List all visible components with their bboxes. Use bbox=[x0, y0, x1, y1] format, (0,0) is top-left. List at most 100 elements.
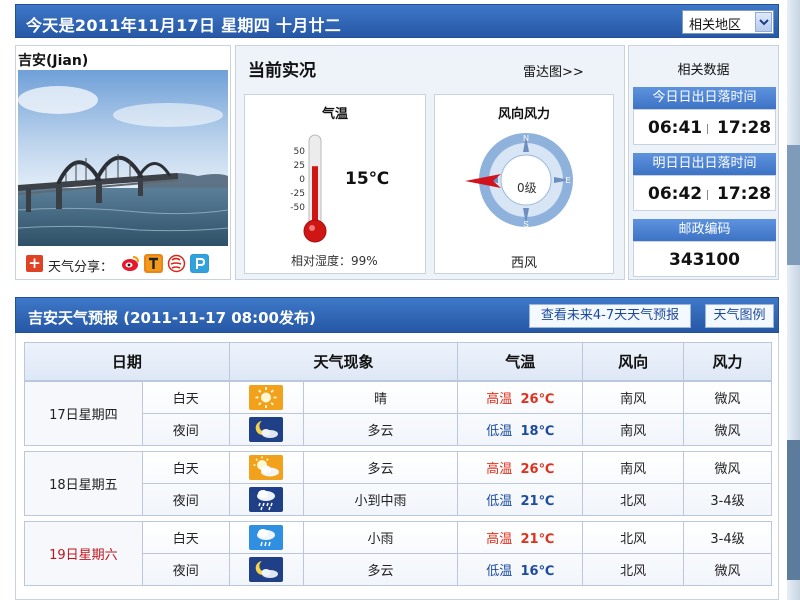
kaixin-icon[interactable] bbox=[167, 254, 186, 273]
column-wind-force: 风力 bbox=[683, 342, 772, 381]
weibo-icon[interactable] bbox=[121, 254, 140, 273]
temp-value: 21℃ bbox=[520, 532, 555, 547]
today-sun-times: 06:41 17:28 bbox=[633, 109, 776, 145]
city-name: 吉安(Jian) bbox=[18, 53, 89, 69]
today-sun-label: 今日日出日落时间 bbox=[633, 87, 776, 109]
today-sunrise: 06:41 bbox=[648, 118, 703, 138]
day-date: 18日星期五 bbox=[24, 451, 143, 516]
wind-direction: 西风 bbox=[510, 256, 537, 271]
postal-box: 343100 bbox=[633, 241, 776, 277]
thermometer-icon bbox=[303, 133, 327, 249]
current-conditions-panel: 当前实况 雷达图>> 气温 50 25 0 -25 -50 15℃ 相对湿度：9… bbox=[235, 45, 625, 280]
temp-value: 18℃ bbox=[520, 424, 555, 439]
temp-label: 高温 bbox=[486, 392, 513, 407]
plus-icon[interactable]: + bbox=[26, 255, 43, 272]
day-period: 白天 bbox=[141, 521, 230, 554]
day-weather: 晴 bbox=[302, 381, 459, 414]
tick-label: 0 bbox=[299, 175, 305, 185]
day-wind-force: 微风 bbox=[683, 451, 772, 484]
day-wind-force: 3-4级 bbox=[683, 521, 772, 554]
related-title: 相关数据 bbox=[677, 63, 730, 78]
day-period: 白天 bbox=[141, 381, 230, 414]
forecast-bar: 吉安天气预报 (2011-11-17 08:00发布) 查看未来4-7天天气预报… bbox=[15, 297, 779, 333]
tick-label: -50 bbox=[290, 203, 305, 213]
day-period: 夜间 bbox=[141, 413, 230, 446]
temp-value: 26℃ bbox=[520, 462, 555, 477]
temp-label: 低温 bbox=[486, 424, 513, 439]
wind-box: 风向风力 N S E 0级 西风 bbox=[434, 94, 614, 274]
tencent-weibo-icon[interactable] bbox=[144, 254, 163, 273]
moderate-rain-icon bbox=[249, 487, 284, 512]
tomorrow-sunset: 17:28 bbox=[717, 184, 772, 204]
day-weather: 小雨 bbox=[302, 521, 459, 554]
compass-north: N bbox=[523, 134, 529, 143]
related-data-panel: 相关数据 今日日出日落时间 06:41 17:28 明日日出日落时间 06:42… bbox=[628, 45, 779, 280]
day-weather: 多云 bbox=[302, 413, 459, 446]
tick-label: 50 bbox=[293, 147, 305, 157]
day-period: 白天 bbox=[141, 451, 230, 484]
temperature-label: 气温 bbox=[321, 107, 348, 122]
pengyou-icon[interactable] bbox=[190, 254, 209, 273]
today-sunset: 17:28 bbox=[717, 118, 772, 138]
humidity: 相对湿度：99% bbox=[291, 254, 378, 268]
day-weather: 小到中雨 bbox=[302, 483, 459, 516]
day-wind-dir: 北风 bbox=[582, 521, 685, 554]
tick-label: 25 bbox=[293, 161, 305, 171]
region-select-label: 相关地区 bbox=[689, 18, 742, 33]
tomorrow-sun-times: 06:42 17:28 bbox=[633, 175, 776, 211]
column-wind-direction: 风向 bbox=[582, 342, 685, 381]
forecast-box: 日期 天气现象 气温 风向 风力 17日星期四 白天 晴 高温 26℃ 南风 微… bbox=[15, 333, 779, 600]
tomorrow-sun-label: 明日日出日落时间 bbox=[633, 153, 776, 175]
current-title: 当前实况 bbox=[248, 61, 316, 81]
more-forecast-button[interactable]: 查看未来4-7天天气预报 bbox=[529, 304, 691, 328]
temp-value: 26℃ bbox=[520, 392, 555, 407]
tomorrow-sunrise: 06:42 bbox=[648, 184, 703, 204]
postal-code: 343100 bbox=[669, 250, 740, 270]
city-panel: 吉安(Jian) + 天气分享： bbox=[15, 45, 231, 280]
day-period: 夜间 bbox=[141, 483, 230, 516]
temp-label: 低温 bbox=[486, 494, 513, 509]
page-edge bbox=[787, 0, 800, 600]
temperature-box: 气温 50 25 0 -25 -50 15℃ 相对湿度：99% bbox=[244, 94, 426, 274]
wind-arrow-icon bbox=[463, 172, 503, 194]
column-date: 日期 bbox=[24, 342, 230, 381]
day-wind-dir: 北风 bbox=[582, 553, 685, 586]
day-weather: 多云 bbox=[302, 451, 459, 484]
forecast-day: 18日星期五 白天 多云 高温 26℃ 南风 微风 夜间 小到中雨 低温 21℃… bbox=[24, 451, 772, 516]
day-wind-dir: 北风 bbox=[582, 483, 685, 516]
header-bar: 今天是2011年11月17日 星期四 十月廿二 相关地区 bbox=[15, 4, 779, 38]
current-temperature: 15℃ bbox=[345, 169, 390, 189]
day-period: 夜间 bbox=[141, 553, 230, 586]
region-select[interactable]: 相关地区 bbox=[682, 10, 774, 34]
wind-label: 风向风力 bbox=[497, 107, 550, 122]
share-label: 天气分享： bbox=[48, 260, 114, 275]
day-weather: 多云 bbox=[302, 553, 459, 586]
forecast-header-row: 日期 天气现象 气温 风向 风力 bbox=[24, 342, 772, 381]
chevron-down-icon[interactable] bbox=[755, 12, 772, 32]
radar-link[interactable]: 雷达图>> bbox=[523, 61, 584, 80]
day-wind-dir: 南风 bbox=[582, 451, 685, 484]
temp-label: 高温 bbox=[486, 532, 513, 547]
compass-south: S bbox=[523, 220, 528, 229]
temp-label: 低温 bbox=[486, 564, 513, 579]
partly-cloudy-day-icon bbox=[249, 455, 284, 480]
day-wind-dir: 南风 bbox=[582, 381, 685, 414]
day-date: 17日星期四 bbox=[24, 381, 143, 446]
partly-cloudy-night-icon bbox=[249, 557, 284, 582]
temp-label: 高温 bbox=[486, 462, 513, 477]
forecast-day: 17日星期四 白天 晴 高温 26℃ 南风 微风 夜间 多云 低温 18℃ 南风… bbox=[24, 381, 772, 446]
forecast-title: 吉安天气预报 (2011-11-17 08:00发布) bbox=[28, 309, 316, 327]
weather-legend-button[interactable]: 天气图例 bbox=[705, 304, 774, 328]
sunny-icon bbox=[249, 385, 284, 410]
day-wind-dir: 南风 bbox=[582, 413, 685, 446]
day-wind-force: 微风 bbox=[683, 381, 772, 414]
temp-value: 21℃ bbox=[520, 494, 555, 509]
day-date: 19日星期六 bbox=[24, 521, 143, 586]
light-rain-icon bbox=[249, 525, 284, 550]
tick-label: -25 bbox=[290, 189, 305, 199]
compass-east: E bbox=[565, 176, 570, 185]
partly-cloudy-night-icon bbox=[249, 417, 284, 442]
wind-level: 0级 bbox=[517, 181, 537, 195]
temp-value: 16℃ bbox=[520, 564, 555, 579]
day-wind-force: 微风 bbox=[683, 413, 772, 446]
